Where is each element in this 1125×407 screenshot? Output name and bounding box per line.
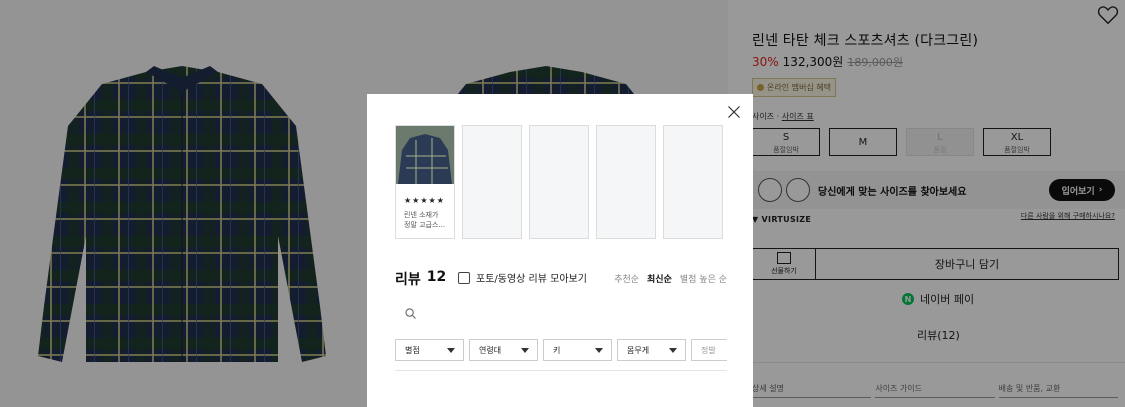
review-snippet-line1: 린넨 소재가 — [404, 211, 439, 219]
filter-label: 몸무게 — [627, 345, 650, 355]
sort-recommended[interactable]: 추천순 — [614, 272, 639, 285]
search-icon — [405, 307, 416, 319]
review-search — [395, 300, 727, 326]
filter-weight[interactable]: 몸무게 — [617, 339, 686, 361]
review-photo-placeholder — [462, 125, 522, 239]
photo-review-filter[interactable]: 포토/동영상 리뷰 모아보기 — [458, 270, 587, 285]
review-photo-card[interactable]: ★★★★★ 린넨 소재가 정말 고급스... — [395, 125, 455, 239]
filter-label: 정발 — [701, 345, 716, 355]
review-heading: 리뷰 12 — [395, 269, 446, 289]
filter-age[interactable]: 연령대 — [469, 339, 538, 361]
chevron-down-icon — [447, 347, 455, 353]
review-photo-strip: ★★★★★ 린넨 소재가 정말 고급스... — [395, 125, 723, 239]
photo-review-label: 포토/동영상 리뷰 모아보기 — [476, 274, 587, 285]
review-filters: 별점 연령대 키 몸무게 정발 — [395, 339, 727, 361]
filter-label: 별점 — [405, 345, 420, 355]
review-search-input[interactable] — [422, 307, 712, 319]
filter-label: 키 — [553, 345, 561, 355]
review-photo — [396, 126, 454, 184]
chevron-down-icon — [595, 347, 603, 353]
sort-latest[interactable]: 최신순 — [647, 272, 672, 285]
filter-height[interactable]: 키 — [543, 339, 612, 361]
filter-label: 연령대 — [479, 345, 502, 355]
filter-size[interactable]: 정발 — [691, 339, 727, 361]
divider — [395, 370, 727, 371]
photo-review-checkbox[interactable] — [458, 271, 470, 284]
sort-options: 추천순 최신순 별점 높은 순 — [614, 272, 727, 285]
sort-rating[interactable]: 별점 높은 순 — [680, 272, 727, 285]
chevron-down-icon — [521, 347, 529, 353]
close-icon[interactable] — [728, 106, 740, 118]
review-count: 12 — [426, 269, 447, 285]
review-modal: ★★★★★ 린넨 소재가 정말 고급스... 리뷰 12 포토/동영상 리뷰 모… — [367, 94, 753, 407]
review-stars: ★★★★★ — [404, 196, 445, 205]
review-photo-placeholder — [663, 125, 723, 239]
review-title: 리뷰 — [395, 272, 421, 288]
chevron-down-icon — [669, 347, 677, 353]
review-photo-placeholder — [529, 125, 589, 239]
review-photo-placeholder — [596, 125, 656, 239]
filter-rating[interactable]: 별점 — [395, 339, 464, 361]
review-snippet-line2: 정말 고급스... — [404, 221, 446, 229]
